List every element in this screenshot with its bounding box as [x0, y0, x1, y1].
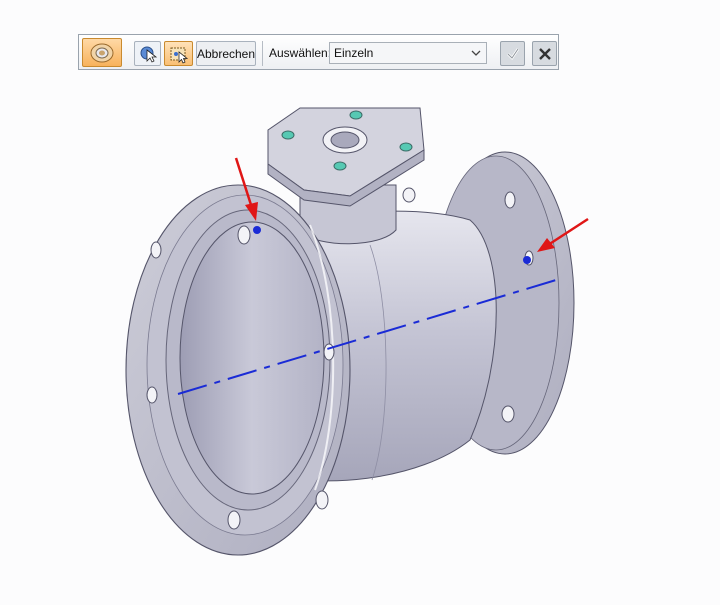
command-bar: Abbrechen Auswählen: Einzeln: [78, 34, 559, 70]
face-select-icon[interactable]: [164, 41, 193, 66]
chevron-down-icon: [471, 50, 481, 56]
checkmark-icon: [506, 47, 519, 60]
close-button[interactable]: [532, 41, 557, 66]
cancel-button[interactable]: Abbrechen: [196, 41, 256, 66]
toolbar-separator: [262, 41, 263, 66]
select-label: Auswählen:: [269, 46, 332, 60]
ball-valve-feature-icon[interactable]: [82, 38, 122, 67]
cursor-select-icon[interactable]: [134, 41, 161, 66]
selection-point-front[interactable]: [253, 226, 261, 234]
model-viewport[interactable]: [0, 0, 720, 605]
close-icon: [538, 47, 551, 60]
accept-button[interactable]: [500, 41, 525, 66]
select-mode-value: Einzeln: [334, 46, 374, 60]
select-mode-dropdown[interactable]: Einzeln: [329, 42, 487, 64]
selection-point-rear[interactable]: [523, 256, 531, 264]
front-flange: [125, 184, 351, 556]
